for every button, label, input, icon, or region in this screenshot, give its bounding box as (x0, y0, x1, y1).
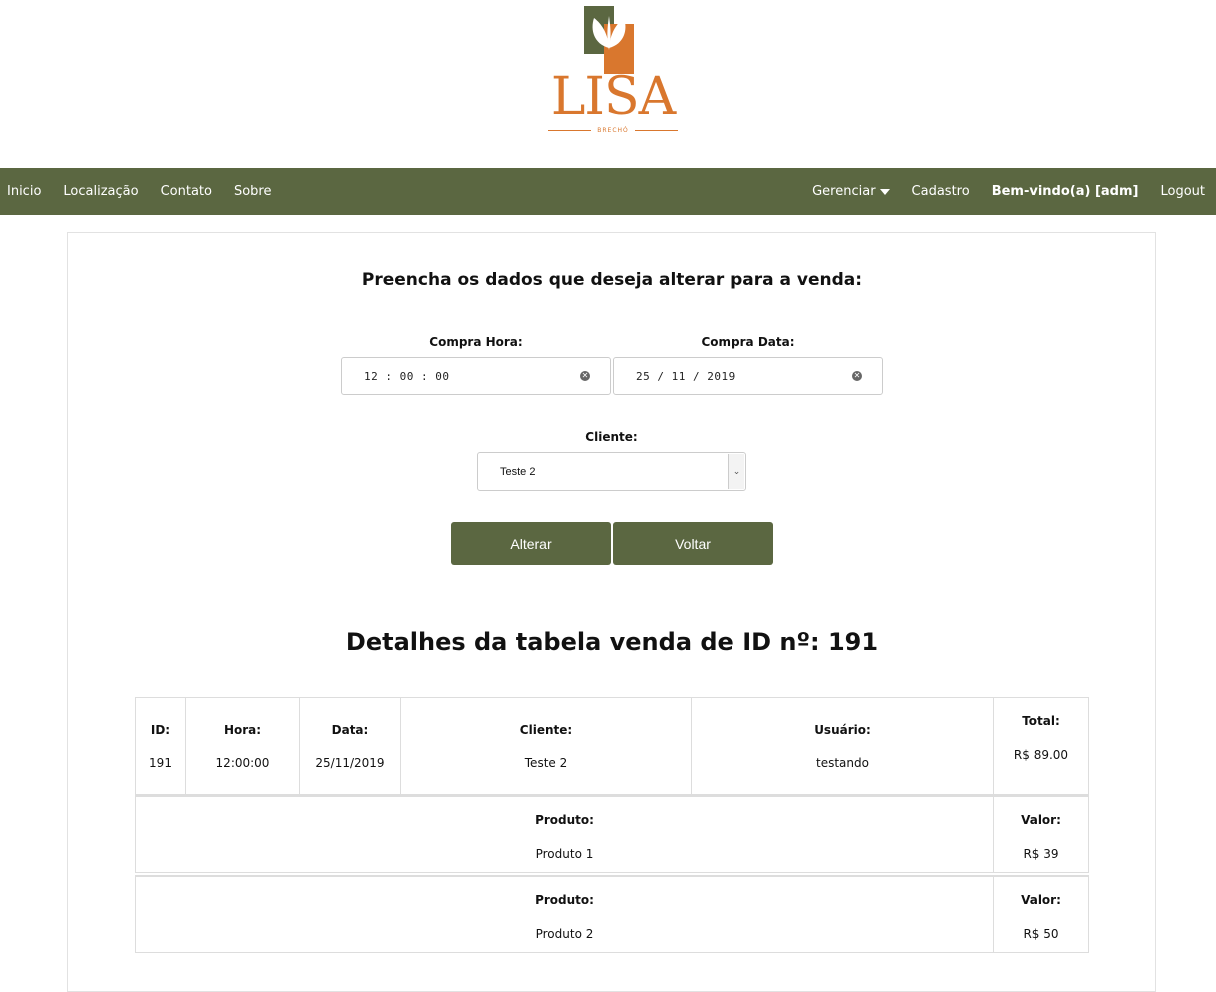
compra-data-label: Compra Data: (701, 335, 795, 349)
product-cell: Produto: Produto 1 (136, 797, 994, 872)
nav-localizacao[interactable]: Localização (52, 184, 149, 199)
details-table: ID: 191 Hora: 12:00:00 Data: 25/11/2019 … (135, 697, 1089, 795)
col-usuario: Usuário: testando (692, 698, 994, 794)
voltar-button[interactable]: Voltar (613, 522, 773, 565)
nav-logout[interactable]: Logout (1149, 184, 1216, 199)
cliente-select[interactable]: Teste 2 ⌄ (477, 452, 746, 491)
product-cell: Produto: Produto 2 (136, 877, 994, 952)
brand-tagline: BRECHÓ (548, 124, 678, 136)
leaf-logo-icon (584, 6, 634, 74)
caret-down-icon (879, 188, 890, 195)
table-row: Produto: Produto 1 Valor: R$ 39 (135, 795, 1089, 873)
chevron-down-icon: ⌄ (728, 454, 744, 489)
brand-name: LISA (550, 67, 676, 127)
form-title: Preencha os dados que deseja alterar par… (361, 270, 863, 290)
nav-inicio[interactable]: Inicio (0, 184, 52, 199)
col-hora: Hora: 12:00:00 (186, 698, 300, 794)
compra-data-input[interactable]: 25 / 11 / 2019 ✕ (613, 357, 883, 395)
details-title: Detalhes da tabela venda de ID nº: 191 (345, 628, 879, 656)
col-id: ID: 191 (136, 698, 186, 794)
top-navbar: Inicio Localização Contato Sobre Gerenci… (0, 168, 1216, 215)
col-cliente: Cliente: Teste 2 (401, 698, 692, 794)
compra-hora-input[interactable]: 12 : 00 : 00 ✕ (341, 357, 611, 395)
nav-gerenciar-dropdown[interactable]: Gerenciar (801, 184, 900, 199)
nav-contato[interactable]: Contato (150, 184, 223, 199)
site-header: LISA BRECHÓ (0, 0, 1216, 168)
alterar-button[interactable]: Alterar (451, 522, 611, 565)
clear-icon[interactable]: ✕ (852, 371, 862, 381)
nav-welcome-user[interactable]: Bem-vindo(a) [adm] (981, 184, 1150, 199)
col-total: Total: R$ 89.00 (1013, 714, 1069, 762)
value-cell: Valor: R$ 50 (1021, 893, 1061, 941)
compra-hora-label: Compra Hora: (429, 335, 523, 349)
col-data: Data: 25/11/2019 (300, 698, 401, 794)
nav-sobre[interactable]: Sobre (223, 184, 283, 199)
nav-cadastro[interactable]: Cadastro (901, 184, 981, 199)
table-row: Produto: Produto 2 Valor: R$ 50 (135, 875, 1089, 953)
value-cell: Valor: R$ 39 (1021, 813, 1061, 861)
clear-icon[interactable]: ✕ (580, 371, 590, 381)
cliente-label: Cliente: (585, 430, 638, 444)
